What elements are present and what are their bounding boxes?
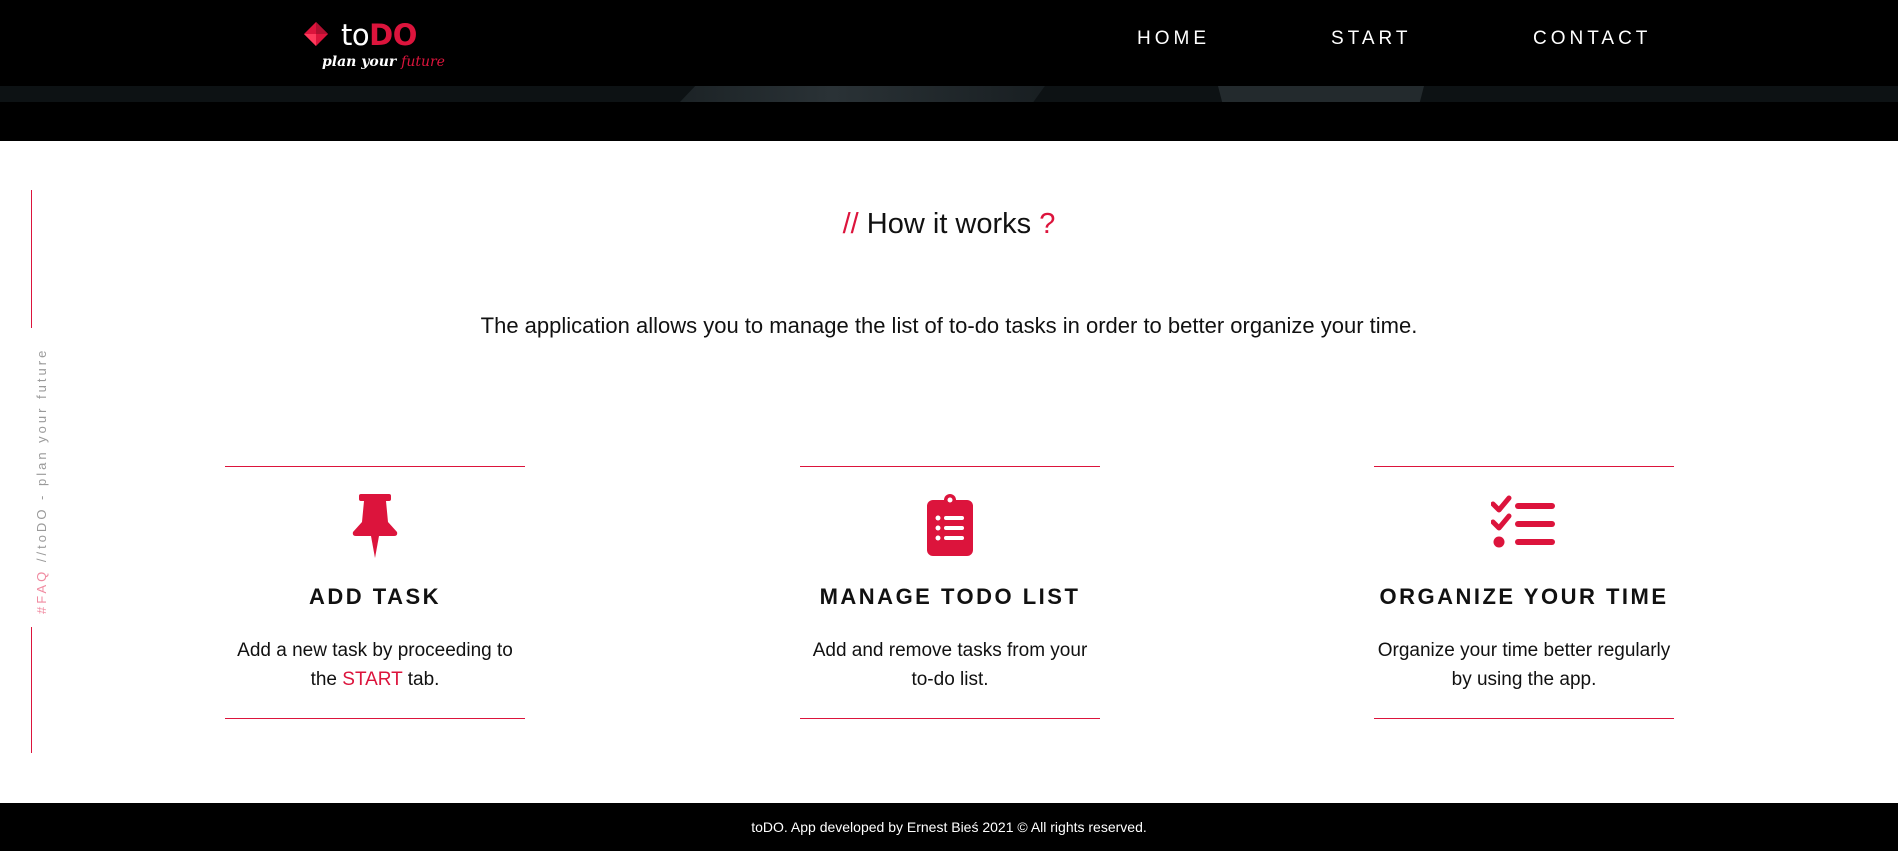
card-title: ADD TASK — [308, 584, 442, 609]
card-divider-top — [225, 466, 525, 467]
intro-text: The application allows you to manage the… — [480, 313, 1418, 338]
logo-text: toDO — [341, 18, 417, 52]
card-title: ORGANIZE YOUR TIME — [1379, 584, 1669, 609]
card-divider-top — [1374, 466, 1674, 467]
pushpin-icon — [225, 494, 525, 558]
card-description: Add and remove tasks from your to-do lis… — [812, 640, 1088, 690]
logo[interactable]: toDO plan your future — [303, 18, 445, 76]
footer: toDO. App developed by Ernest Bieś 2021 … — [0, 803, 1898, 851]
clipboard-list-icon — [800, 494, 1100, 558]
card-divider-top — [800, 466, 1100, 467]
nav-start[interactable]: START — [1331, 28, 1412, 50]
card-description: Organize your time better regularly by u… — [1377, 640, 1671, 690]
hero-image-strip — [0, 86, 1898, 141]
card-divider-bottom — [225, 718, 525, 719]
nav-contact[interactable]: CONTACT — [1533, 28, 1651, 50]
section-title: // How it works ? — [842, 208, 1056, 240]
card-divider-bottom — [800, 718, 1100, 719]
start-link[interactable]: START — [342, 669, 402, 690]
footer-copyright: toDO. App developed by Ernest Bieś 2021 … — [751, 819, 1147, 835]
checklist-icon — [1374, 494, 1674, 558]
feature-card-add-task: ADD TASK Add a new task by proceeding to… — [225, 466, 525, 719]
card-description: Add a new task by proceeding to the STAR… — [237, 640, 513, 690]
nav-home[interactable]: HOME — [1137, 28, 1210, 50]
logo-tagline: plan your future — [322, 54, 445, 70]
feature-card-organize-time: ORGANIZE YOUR TIME Organize your time be… — [1374, 466, 1674, 719]
card-title: MANAGE TODO LIST — [819, 584, 1081, 609]
card-divider-bottom — [1374, 718, 1674, 719]
side-line-bottom — [31, 627, 32, 753]
side-vertical-label: #FAQ //toDO - plan your future — [34, 347, 49, 614]
diamond-logo-icon — [303, 21, 329, 52]
header-bar: toDO plan your future HOME START CONTACT — [0, 0, 1898, 86]
feature-card-manage-list: MANAGE TODO LIST Add and remove tasks fr… — [800, 466, 1100, 719]
